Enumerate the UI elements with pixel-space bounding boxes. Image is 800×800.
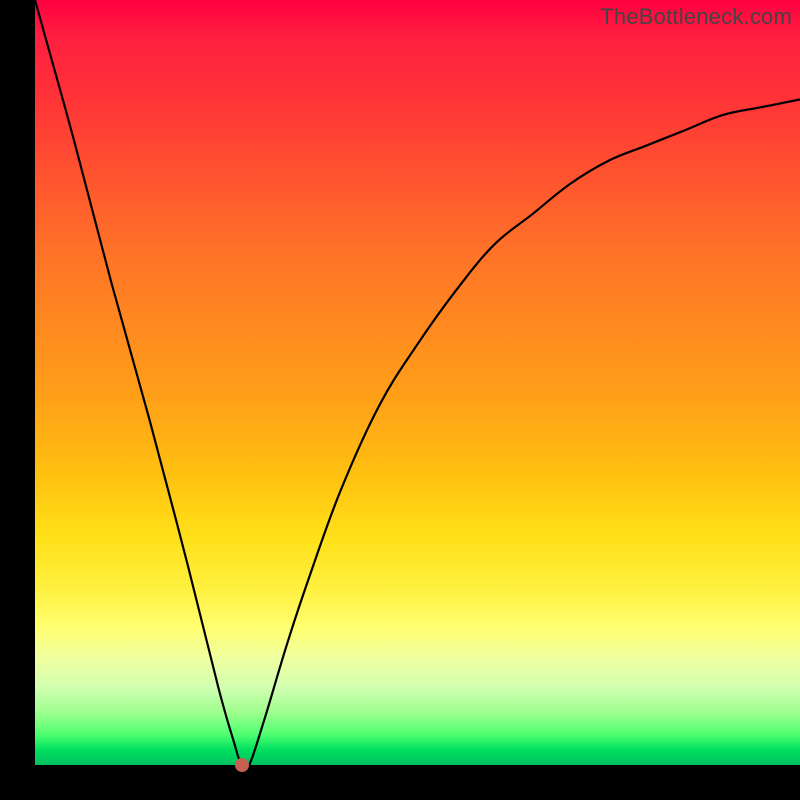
bottleneck-curve [35,0,800,765]
chart-frame: TheBottleneck.com [0,0,800,800]
optimum-marker [235,758,249,772]
plot-area: TheBottleneck.com [35,0,800,765]
